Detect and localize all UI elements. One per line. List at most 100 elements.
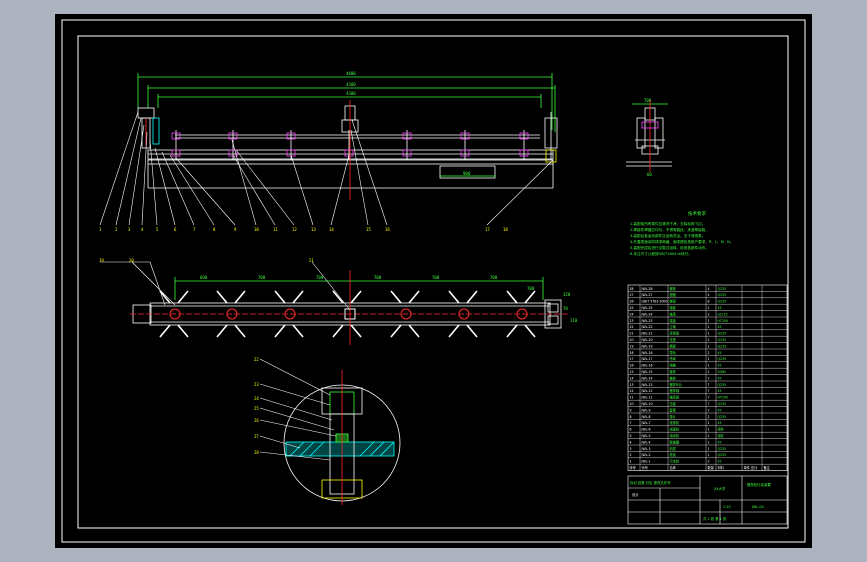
- bom-cell-material: Q235: [718, 415, 727, 419]
- top-dim-7: 700: [527, 286, 535, 291]
- bom-cell-no: 27: [630, 293, 634, 297]
- balloon-21: 21: [309, 258, 314, 263]
- cad-drawing-canvas[interactable]: 4400 4380 4300 900 1 2 3 4 5 6 7 8 9 10 …: [0, 0, 867, 562]
- bom-cell-qty: 4: [708, 287, 710, 291]
- balloon-28: 28: [254, 450, 259, 455]
- bom-cell-qty: 7: [708, 408, 710, 412]
- bom-row: 22 JWL-22 立轴 1 45: [630, 324, 722, 329]
- bom-cell-name: 链轮: [670, 375, 677, 380]
- top-dim-1: 600: [200, 275, 208, 280]
- bom-cell-code: JWL-6: [641, 428, 651, 432]
- bom-cell-qty: 7: [708, 389, 710, 393]
- bom-cell-qty: 1: [708, 325, 710, 329]
- bom-cell-name: 吊架: [670, 356, 677, 361]
- bom-cell-no: 9: [630, 408, 632, 412]
- bom-cell-qty: 4: [708, 293, 710, 297]
- bom-cell-material: 45: [718, 376, 722, 380]
- bom-cell-no: 13: [630, 383, 634, 387]
- bom-cell-code: JWL-15: [641, 370, 653, 374]
- bom-cell-no: 22: [630, 325, 634, 329]
- bom-cell-no: 26: [630, 300, 634, 304]
- side-dim-label-1: 700: [644, 98, 652, 103]
- bom-header-qty: 数量: [708, 465, 715, 470]
- bom-cell-no: 5: [630, 434, 632, 438]
- bom-header-material: 材料: [718, 465, 725, 470]
- balloon-10: 10: [254, 227, 259, 232]
- top-dim-9: 70: [563, 306, 568, 311]
- bom-cell-code: JWL-4: [641, 440, 651, 444]
- bom-cell-no: 12: [630, 389, 634, 393]
- bom-cell-code: JWL-23: [641, 319, 653, 323]
- bom-cell-qty: 2: [708, 312, 710, 316]
- notes-line-1: 1.装配前所有零件应清洗干净，去除毛刺飞边。: [630, 221, 705, 226]
- bom-cell-qty: 2: [708, 460, 710, 464]
- bom-cell-name: 压板: [670, 401, 677, 406]
- bom-cell-name: 轴套: [670, 305, 677, 310]
- balloon-13: 13: [311, 227, 316, 232]
- title-school: XX大学: [714, 486, 726, 491]
- balloon-25: 25: [254, 406, 259, 411]
- bom-cell-no: 8: [630, 415, 632, 419]
- balloon-26: 26: [254, 418, 259, 423]
- bom-cell-no: 1: [630, 460, 632, 464]
- balloon-12: 12: [292, 227, 297, 232]
- bom-cell-code: JWL-27: [641, 293, 653, 297]
- bom-cell-name: 套筒: [670, 407, 676, 412]
- bom-cell-code: JWL-24: [641, 312, 653, 316]
- top-dim-6: 700: [490, 275, 498, 280]
- bom-header-code: 代号: [642, 465, 648, 470]
- bom-cell-code: JWL-19: [641, 344, 653, 348]
- bom-cell-material: GCr15: [718, 312, 728, 316]
- balloon-27: 27: [254, 434, 259, 439]
- bom-cell-no: 3: [630, 447, 632, 451]
- title-drawing-title: 搅拌机行走装置: [747, 482, 771, 487]
- notes-title: 技术要求: [688, 210, 706, 217]
- bom-header-no: 序号: [630, 465, 636, 470]
- bom-cell-no: 6: [630, 428, 632, 432]
- front-dim-label-3: 4300: [346, 91, 356, 96]
- bom-cell-no: 14: [630, 376, 634, 380]
- bom-cell-material: Q235: [718, 300, 727, 304]
- bom-cell-name: 链条: [670, 369, 677, 374]
- bom-cell-no: 11: [630, 396, 634, 400]
- bom-cell-name: 支座: [670, 337, 677, 342]
- title-drawing-no: JWL-00: [751, 505, 764, 509]
- bom-cell-material: 45: [718, 351, 722, 355]
- bom-cell-name: 连接板: [670, 331, 680, 336]
- bom-cell-no: 24: [630, 312, 634, 316]
- bom-cell-no: 19: [630, 344, 634, 348]
- bom-cell-qty: 1: [708, 319, 710, 323]
- bom-cell-material: HT200: [718, 396, 728, 400]
- bom-cell-name: 张紧轮: [670, 420, 680, 425]
- bom-cell-code: JWL-22: [641, 325, 653, 329]
- bom-cell-qty: 1: [708, 447, 710, 451]
- title-mark: 标记 处数 分区 更改文件号: [630, 480, 671, 485]
- bom-cell-no: 20: [630, 338, 634, 342]
- bom-cell-code: GB/T 5783-2000: [642, 300, 668, 304]
- bom-cell-no: 17: [630, 357, 634, 361]
- bom-cell-code: JWL-12: [641, 389, 653, 393]
- front-dim-label-2: 4380: [346, 82, 356, 87]
- bom-cell-no: 18: [630, 351, 634, 355]
- bom-cell-code: JWL-17: [641, 357, 653, 361]
- bom-cell-material: 45: [718, 325, 722, 329]
- notes-line-2: 2.焊接件焊缝应均匀，不得有裂纹、夹渣等缺陷。: [630, 227, 709, 232]
- bom-row: 12 JWL-12 搅拌轴 7 45: [630, 388, 722, 393]
- balloon-15: 15: [366, 227, 371, 232]
- bom-row: 25 JWL-25 轴套 1 45: [630, 305, 722, 310]
- bom-cell-qty: 7: [708, 402, 710, 406]
- bom-cell-material: Q235: [718, 338, 727, 342]
- bom-cell-material: 组件: [718, 427, 725, 432]
- bom-row: 18 JWL-18 导轨 2 45: [630, 350, 722, 355]
- bom-cell-code: JWL-14: [641, 376, 653, 380]
- balloon-22: 22: [254, 357, 259, 362]
- top-dim-10: 110: [570, 318, 578, 323]
- bom-cell-code: JWL-3: [641, 447, 651, 451]
- bom-cell-material: 45: [718, 440, 722, 444]
- bom-cell-qty: 1: [708, 357, 710, 361]
- bom-cell-code: JWL-5: [641, 434, 651, 438]
- bom-cell-name: 搅拌轴: [670, 388, 680, 393]
- bom-cell-name: 垫圈: [670, 292, 676, 297]
- bom-cell-name: 减速机: [670, 427, 680, 432]
- bom-cell-no: 25: [630, 306, 634, 310]
